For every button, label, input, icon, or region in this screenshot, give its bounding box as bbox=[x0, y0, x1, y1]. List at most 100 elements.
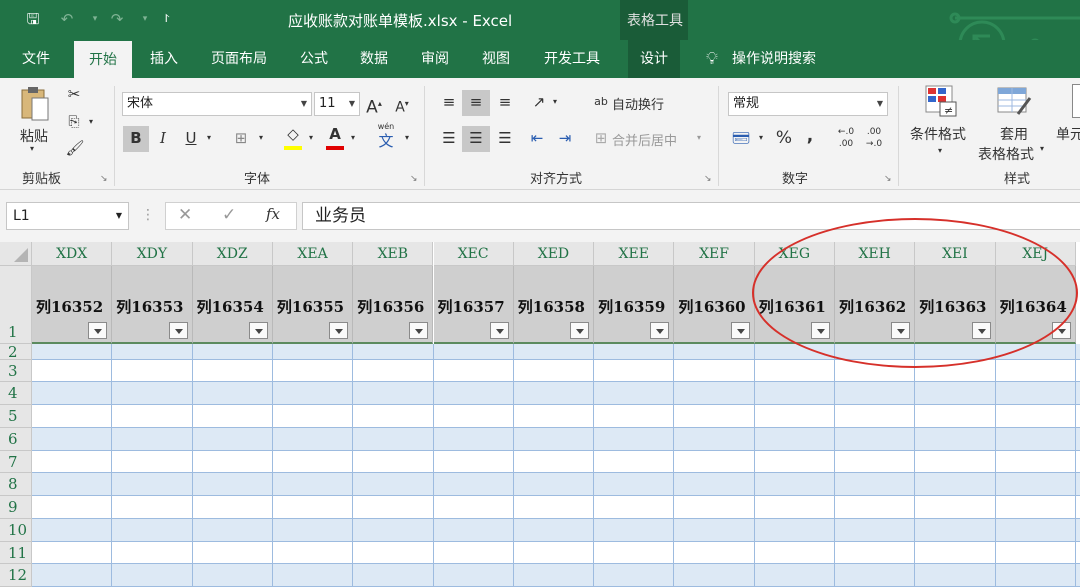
table-header-cell[interactable]: 列16364 bbox=[995, 266, 1076, 344]
table-header-cell[interactable]: 列16354 bbox=[192, 266, 273, 344]
row-header[interactable]: 6 bbox=[0, 428, 32, 451]
increase-indent-icon[interactable]: ⇥ bbox=[554, 126, 576, 150]
table-row[interactable] bbox=[32, 382, 1080, 405]
table-header-cell[interactable]: 列16359 bbox=[594, 266, 675, 344]
font-launcher-icon[interactable]: ↘ bbox=[410, 174, 418, 184]
tell-me-search[interactable]: 操作说明搜索 bbox=[728, 40, 820, 78]
filter-dropdown-icon[interactable] bbox=[891, 322, 911, 339]
percent-style-button[interactable]: % bbox=[774, 126, 794, 150]
paste-label[interactable]: 粘贴 bbox=[20, 126, 48, 146]
column-header[interactable]: XEE bbox=[594, 242, 675, 266]
row-header[interactable]: 5 bbox=[0, 405, 32, 428]
merge-center-button[interactable]: 合并后居中 bbox=[612, 130, 677, 149]
wrap-text-button[interactable]: 自动换行 bbox=[612, 94, 664, 113]
align-middle-icon[interactable]: ≡ bbox=[462, 90, 490, 116]
table-header-cell[interactable]: 列16356 bbox=[353, 266, 434, 344]
merge-center-icon[interactable]: ⊞ bbox=[592, 126, 610, 150]
align-bottom-icon[interactable]: ≡ bbox=[494, 90, 516, 114]
merge-dropdown-icon[interactable]: ▾ bbox=[694, 126, 704, 150]
column-header[interactable]: XEB bbox=[353, 242, 434, 266]
filter-dropdown-icon[interactable] bbox=[489, 322, 509, 339]
table-header-cell[interactable]: 列16362 bbox=[835, 266, 916, 344]
tab-formulas[interactable]: 公式 bbox=[292, 40, 336, 78]
filter-dropdown-icon[interactable] bbox=[329, 322, 349, 339]
table-row[interactable] bbox=[32, 344, 1080, 360]
tab-design[interactable]: 设计 bbox=[628, 40, 680, 78]
filter-dropdown-icon[interactable] bbox=[1051, 322, 1071, 339]
table-row[interactable] bbox=[32, 496, 1080, 519]
conditional-formatting-button[interactable]: 条件格式 bbox=[910, 124, 966, 144]
italic-button[interactable]: I bbox=[152, 126, 174, 150]
tab-file[interactable]: 文件 bbox=[14, 40, 58, 78]
conditional-dropdown-icon[interactable]: ▾ bbox=[938, 146, 942, 155]
clipboard-launcher-icon[interactable]: ↘ bbox=[100, 174, 108, 184]
copy-icon[interactable]: ⎘ bbox=[64, 110, 84, 134]
font-color-button[interactable]: A bbox=[324, 122, 346, 152]
customize-qat-icon[interactable]: ⨡ bbox=[156, 8, 178, 30]
table-row[interactable] bbox=[32, 451, 1080, 473]
table-header-cell[interactable]: 列16360 bbox=[674, 266, 755, 344]
paste-icon[interactable] bbox=[18, 84, 52, 124]
shrink-font-button[interactable]: A▾ bbox=[392, 92, 412, 120]
row-header[interactable]: 2 bbox=[0, 344, 32, 360]
paste-dropdown-icon[interactable]: ▾ bbox=[30, 144, 34, 153]
select-all-button[interactable] bbox=[0, 242, 32, 266]
bold-button[interactable]: B bbox=[123, 126, 149, 152]
formula-input[interactable]: 业务员 bbox=[302, 202, 1080, 230]
row-header[interactable]: 11 bbox=[0, 542, 32, 564]
row-header[interactable]: 1 bbox=[0, 266, 32, 344]
table-row[interactable] bbox=[32, 473, 1080, 496]
cut-icon[interactable]: ✂ bbox=[64, 82, 84, 106]
wrap-text-icon[interactable]: ab bbox=[592, 90, 610, 114]
tab-developer[interactable]: 开发工具 bbox=[536, 40, 608, 78]
table-row[interactable] bbox=[32, 564, 1080, 587]
decrease-indent-icon[interactable]: ⇤ bbox=[526, 126, 548, 150]
enter-icon[interactable]: ✓ bbox=[222, 205, 236, 225]
font-color-dropdown-icon[interactable]: ▾ bbox=[348, 126, 358, 150]
conditional-formatting-icon[interactable]: ≠ bbox=[924, 84, 958, 118]
tab-data[interactable]: 数据 bbox=[352, 40, 396, 78]
format-as-table-dropdown-icon[interactable]: ▾ bbox=[1040, 144, 1044, 153]
column-header[interactable]: XEG bbox=[754, 242, 835, 266]
borders-dropdown-icon[interactable]: ▾ bbox=[256, 126, 266, 150]
table-row[interactable] bbox=[32, 405, 1080, 428]
comma-style-button[interactable]: , bbox=[802, 124, 818, 148]
column-header[interactable]: XEF bbox=[674, 242, 755, 266]
row-header[interactable]: 9 bbox=[0, 496, 32, 519]
tab-review[interactable]: 审阅 bbox=[413, 40, 457, 78]
format-as-table-line1[interactable]: 套用 bbox=[1000, 124, 1028, 144]
font-size-select[interactable]: 11 ▼ bbox=[314, 92, 360, 116]
column-header[interactable]: XDZ bbox=[192, 242, 273, 266]
redo-icon[interactable]: ↷ bbox=[106, 8, 128, 30]
accounting-dropdown-icon[interactable]: ▾ bbox=[756, 126, 766, 150]
column-header[interactable]: XEA bbox=[272, 242, 354, 266]
filter-dropdown-icon[interactable] bbox=[650, 322, 670, 339]
name-box[interactable]: L1 ▼ bbox=[6, 202, 129, 230]
accounting-format-icon[interactable]: 💳︎ bbox=[730, 126, 752, 150]
orientation-icon[interactable]: ↗ bbox=[528, 90, 550, 114]
save-icon[interactable]: 🖫 bbox=[22, 8, 44, 30]
phonetic-dropdown-icon[interactable]: ▾ bbox=[402, 126, 412, 150]
filter-dropdown-icon[interactable] bbox=[730, 322, 750, 339]
align-center-icon[interactable]: ☰ bbox=[462, 126, 490, 152]
row-header[interactable]: 8 bbox=[0, 473, 32, 496]
row-header[interactable]: 10 bbox=[0, 519, 32, 542]
alignment-launcher-icon[interactable]: ↘ bbox=[704, 174, 712, 184]
grow-font-button[interactable]: A▴ bbox=[364, 92, 384, 120]
table-header-cell[interactable]: 列16363 bbox=[915, 266, 996, 344]
number-launcher-icon[interactable]: ↘ bbox=[884, 174, 892, 184]
align-left-icon[interactable]: ☰ bbox=[438, 126, 460, 150]
redo-dropdown-icon[interactable]: ▾ bbox=[140, 8, 150, 30]
fill-color-icon[interactable]: ◇ bbox=[282, 122, 304, 152]
table-header-cell[interactable]: 列16358 bbox=[513, 266, 595, 344]
tab-view[interactable]: 视图 bbox=[474, 40, 518, 78]
align-right-icon[interactable]: ☰ bbox=[494, 126, 516, 150]
filter-dropdown-icon[interactable] bbox=[570, 322, 590, 339]
fill-color-dropdown-icon[interactable]: ▾ bbox=[306, 126, 316, 150]
table-header-cell[interactable]: 列16353 bbox=[112, 266, 193, 344]
table-row[interactable] bbox=[32, 360, 1080, 382]
row-header[interactable]: 12 bbox=[0, 564, 32, 587]
filter-dropdown-icon[interactable] bbox=[248, 322, 268, 339]
copy-dropdown-icon[interactable]: ▾ bbox=[86, 110, 96, 134]
row-header[interactable]: 4 bbox=[0, 382, 32, 405]
